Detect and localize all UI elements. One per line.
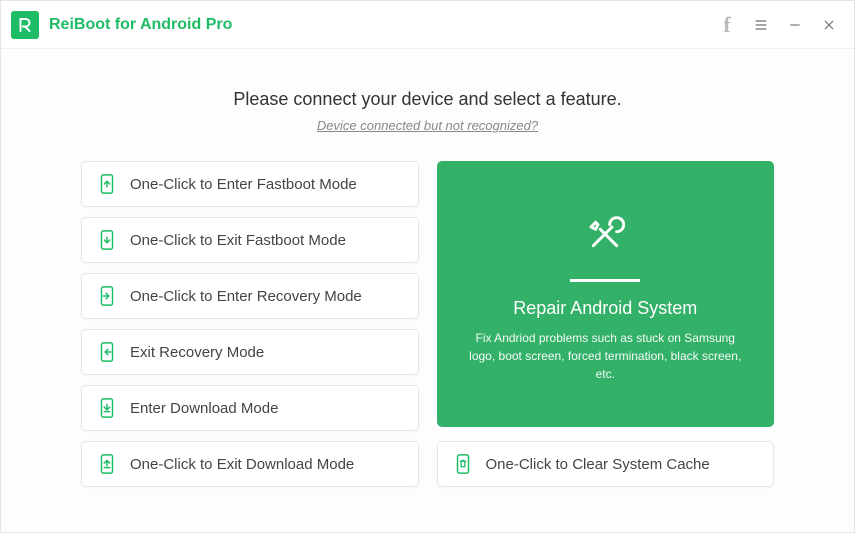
phone-download-icon <box>96 397 118 419</box>
feature-column-left: One-Click to Enter Fastboot Mode One-Cli… <box>81 161 419 487</box>
menu-button[interactable] <box>746 10 776 40</box>
divider <box>570 279 640 282</box>
phone-arrow-in-icon <box>96 285 118 307</box>
close-button[interactable] <box>814 10 844 40</box>
app-logo <box>11 11 39 39</box>
facebook-icon: f <box>723 12 730 38</box>
exit-fastboot-button[interactable]: One-Click to Exit Fastboot Mode <box>81 217 419 263</box>
enter-recovery-button[interactable]: One-Click to Enter Recovery Mode <box>81 273 419 319</box>
facebook-button[interactable]: f <box>712 10 742 40</box>
minimize-button[interactable] <box>780 10 810 40</box>
app-title: ReiBoot for Android Pro <box>49 16 232 34</box>
minimize-icon <box>788 18 802 32</box>
device-not-recognized-link[interactable]: Device connected but not recognized? <box>81 118 774 133</box>
phone-arrow-down-icon <box>96 229 118 251</box>
phone-arrow-up-icon <box>96 173 118 195</box>
feature-label: One-Click to Exit Fastboot Mode <box>130 232 346 249</box>
logo-r-icon <box>16 16 34 34</box>
feature-label: Exit Recovery Mode <box>130 344 264 361</box>
clear-cache-button[interactable]: One-Click to Clear System Cache <box>437 441 775 487</box>
phone-arrow-out-icon <box>96 341 118 363</box>
feature-grid: One-Click to Enter Fastboot Mode One-Cli… <box>81 161 774 487</box>
phone-trash-icon <box>452 453 474 475</box>
feature-label: One-Click to Enter Fastboot Mode <box>130 176 357 193</box>
enter-download-button[interactable]: Enter Download Mode <box>81 385 419 431</box>
exit-download-button[interactable]: One-Click to Exit Download Mode <box>81 441 419 487</box>
app-window: ReiBoot for Android Pro f Please connect… <box>0 0 855 533</box>
close-icon <box>822 18 836 32</box>
repair-description: Fix Andriod problems such as stuck on Sa… <box>465 329 747 383</box>
repair-title: Repair Android System <box>513 298 697 319</box>
feature-label: One-Click to Exit Download Mode <box>130 456 354 473</box>
main-content: Please connect your device and select a … <box>1 49 854 532</box>
title-bar: ReiBoot for Android Pro f <box>1 1 854 49</box>
feature-column-right: Repair Android System Fix Andriod proble… <box>437 161 775 487</box>
menu-icon <box>753 17 769 33</box>
feature-label: Enter Download Mode <box>130 400 278 417</box>
feature-label: One-Click to Clear System Cache <box>486 456 710 473</box>
exit-recovery-button[interactable]: Exit Recovery Mode <box>81 329 419 375</box>
enter-fastboot-button[interactable]: One-Click to Enter Fastboot Mode <box>81 161 419 207</box>
phone-upload-icon <box>96 453 118 475</box>
headline: Please connect your device and select a … <box>81 89 774 110</box>
tools-icon <box>577 206 633 267</box>
repair-android-system-card[interactable]: Repair Android System Fix Andriod proble… <box>437 161 775 427</box>
feature-label: One-Click to Enter Recovery Mode <box>130 288 362 305</box>
